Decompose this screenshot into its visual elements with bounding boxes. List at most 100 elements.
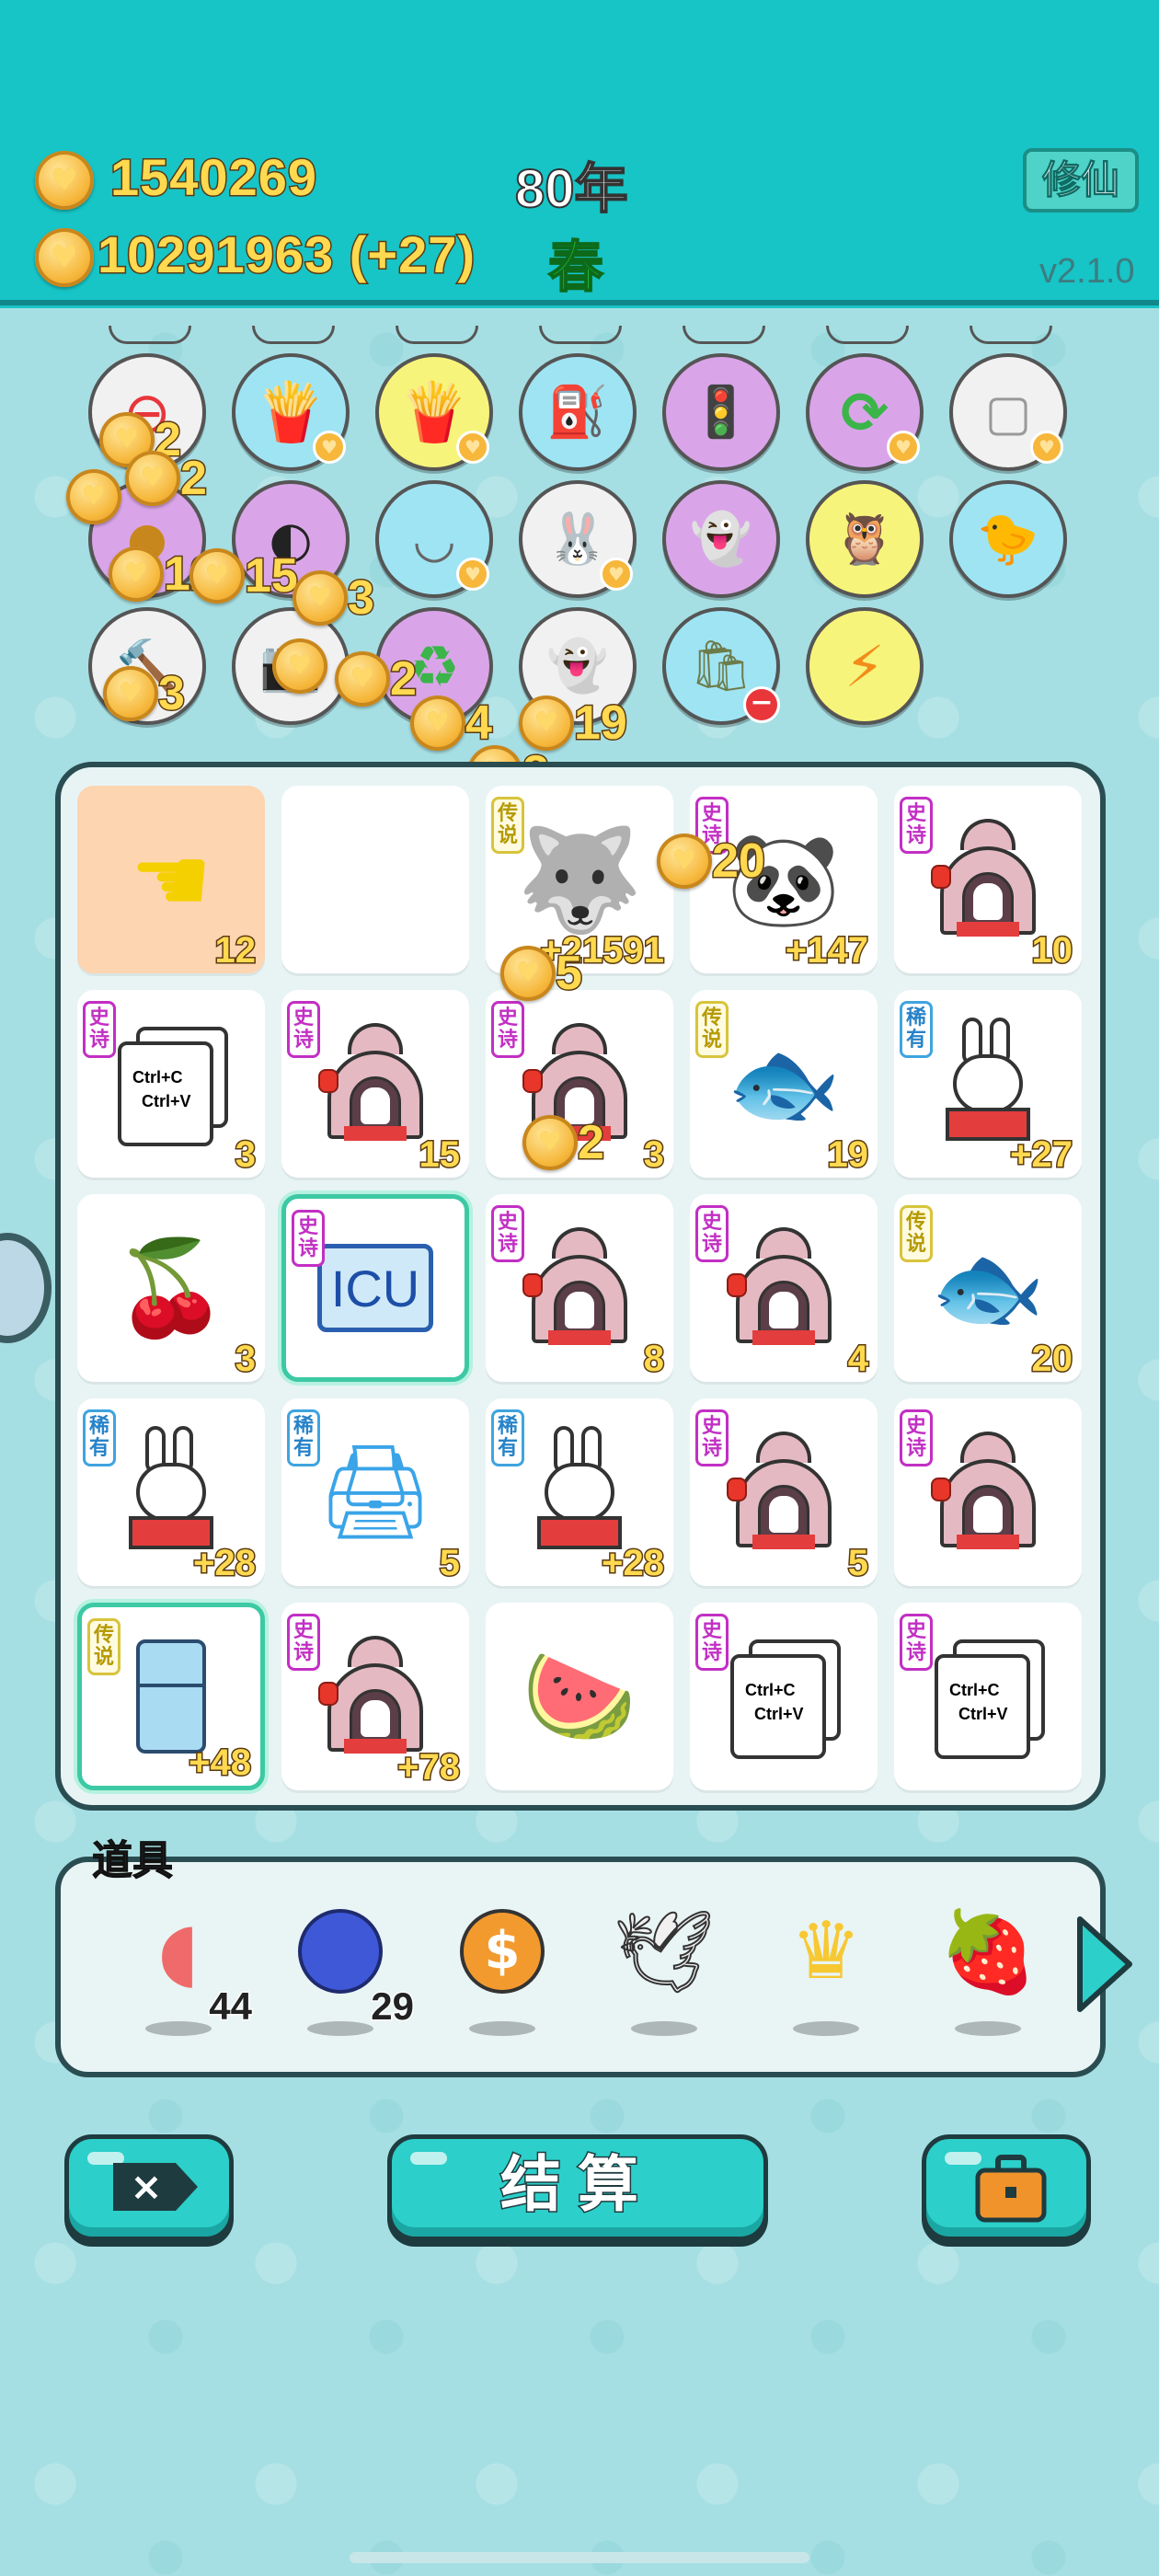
- coin-icon: [35, 151, 94, 210]
- owl-icon[interactable]: 🦉: [806, 480, 924, 598]
- board-cell[interactable]: 史诗 5: [690, 1398, 878, 1586]
- side-drawer-handle[interactable]: [0, 1233, 52, 1343]
- trash-bag-icon[interactable]: 🛍 −: [662, 607, 780, 725]
- buff-partial: [826, 326, 909, 344]
- epic-badge: 史诗: [695, 1205, 729, 1262]
- buff-partial: [252, 326, 335, 344]
- item-slot[interactable]: ◖ 44: [114, 1900, 253, 2036]
- board-cell-empty[interactable]: [281, 786, 469, 973]
- floating-coin: 3: [293, 570, 375, 627]
- floating-coin: 2: [125, 451, 208, 507]
- svg-text:×: ×: [130, 2164, 162, 2209]
- copy-paste-icon: Ctrl+C Ctrl+V: [118, 1027, 228, 1146]
- buff-partial: [683, 326, 765, 344]
- coins-primary: 1540269: [109, 147, 318, 208]
- refresh-icon[interactable]: ⟳ ♥: [806, 353, 924, 471]
- board-cell[interactable]: 史诗 8: [486, 1194, 673, 1382]
- epic-badge: 史诗: [900, 1614, 933, 1671]
- year-label: 80年: [514, 158, 629, 220]
- item-slot[interactable]: 29: [276, 1900, 415, 2036]
- close-tag-icon: ×: [113, 2163, 198, 2211]
- traffic-ghost-icon[interactable]: 🚦: [662, 353, 780, 471]
- floating-coin: 2: [522, 1115, 605, 1171]
- coin-icon: [35, 228, 94, 287]
- item-slot[interactable]: 🕊: [600, 1900, 729, 2036]
- floating-coin: [272, 638, 327, 694]
- board-cell[interactable]: 稀有 +27: [894, 990, 1082, 1178]
- season-label: 春: [547, 235, 604, 301]
- board-cell[interactable]: Ctrl+C Ctrl+V 史诗 3: [77, 990, 265, 1178]
- crown-icon: ♛: [790, 1905, 862, 1997]
- floating-coin: [66, 469, 121, 524]
- fries-icon[interactable]: 🍟 ♥: [232, 353, 350, 471]
- board-cell[interactable]: 史诗 4: [690, 1194, 878, 1382]
- xiuxian-button[interactable]: 修仙: [1023, 148, 1139, 213]
- board-cell[interactable]: 🖨 稀有 5: [281, 1398, 469, 1586]
- epic-badge: 史诗: [287, 1614, 320, 1671]
- bunny-tent-icon: [931, 1432, 1043, 1551]
- bunny-tent-icon: [727, 1227, 839, 1347]
- chick-egg-icon[interactable]: 🐤: [949, 480, 1067, 598]
- briefcase-icon: [975, 2155, 1047, 2223]
- floating-coin: 20: [657, 834, 766, 890]
- rice-bowl-icon[interactable]: ◡ ♥: [375, 480, 493, 598]
- board-cell[interactable]: 史诗: [894, 1398, 1082, 1586]
- item-slot[interactable]: $: [438, 1900, 567, 2036]
- watermelon-icon: 🍉: [522, 1642, 637, 1750]
- home-indicator: [350, 2552, 809, 2563]
- board-cell-selected[interactable]: ICU 史诗: [281, 1194, 469, 1382]
- board-cell-selected[interactable]: 传说 +48: [77, 1603, 265, 1790]
- item-slot[interactable]: 🍓: [924, 1900, 1052, 2036]
- items-title: 道具: [92, 1837, 174, 1885]
- floating-coin: 15: [189, 548, 299, 604]
- buff-partial: [539, 326, 622, 344]
- legend-badge: 传说: [695, 1001, 729, 1058]
- lightning-icon[interactable]: ⚡: [806, 607, 924, 725]
- rare-badge: 稀有: [83, 1409, 116, 1466]
- board-cell[interactable]: 史诗 10: [894, 786, 1082, 973]
- epic-badge: 史诗: [292, 1210, 325, 1267]
- epic-badge: 史诗: [287, 1001, 320, 1058]
- version-label: v2.1.0: [1039, 252, 1135, 291]
- bunny-tent-icon: [318, 1636, 430, 1755]
- coins-secondary: 10291963 (+27): [96, 224, 476, 285]
- pump-icon[interactable]: ⛽: [519, 353, 637, 471]
- legend-badge: 传说: [87, 1618, 120, 1675]
- board-cell[interactable]: ☚ 12: [77, 786, 265, 973]
- bunny-tent-icon: [727, 1432, 839, 1551]
- dice-icon[interactable]: ▢ ♥: [949, 353, 1067, 471]
- board-cell[interactable]: 稀有 +28: [486, 1398, 673, 1586]
- board-cell[interactable]: 稀有 +28: [77, 1398, 265, 1586]
- copy-paste-icon: Ctrl+C Ctrl+V: [935, 1639, 1045, 1759]
- board-cell[interactable]: 🐟 传说 19: [690, 990, 878, 1178]
- floating-coin: 12: [109, 546, 218, 603]
- epic-badge: 史诗: [900, 797, 933, 854]
- cancel-button[interactable]: ×: [64, 2134, 234, 2241]
- epic-badge: 史诗: [491, 1205, 524, 1262]
- bunny-tent-icon: [318, 1023, 430, 1143]
- floating-coin: 19: [519, 696, 628, 752]
- bunny-tent-icon: [522, 1227, 635, 1347]
- dollar-coin-icon: $: [451, 1900, 554, 2003]
- bunny-icon[interactable]: 🐰 ♥: [519, 480, 637, 598]
- strawberry-icon: 🍓: [938, 1905, 1038, 1998]
- board-cell[interactable]: 🍉: [486, 1603, 673, 1790]
- board-cell[interactable]: 🍒 3: [77, 1194, 265, 1382]
- legend-badge: 传说: [900, 1205, 933, 1262]
- bag-button[interactable]: [922, 2134, 1091, 2241]
- copy-paste-icon: Ctrl+C Ctrl+V: [730, 1639, 841, 1759]
- items-next-arrow-icon[interactable]: [1073, 1914, 1137, 2015]
- legend-badge: 传说: [491, 797, 524, 854]
- ghost-icon[interactable]: 👻: [662, 480, 780, 598]
- board-cell[interactable]: 史诗 15: [281, 990, 469, 1178]
- board-cell[interactable]: 🐟 传说 20: [894, 1194, 1082, 1382]
- board-cell[interactable]: Ctrl+C Ctrl+V 史诗: [690, 1603, 878, 1790]
- item-slot[interactable]: ♛: [762, 1900, 890, 2036]
- board-cell[interactable]: 史诗 +78: [281, 1603, 469, 1790]
- settle-button[interactable]: 结算: [387, 2134, 768, 2241]
- rare-badge: 稀有: [900, 1001, 933, 1058]
- fries-icon[interactable]: 🍟 ♥: [375, 353, 493, 471]
- rare-badge: 稀有: [287, 1409, 320, 1466]
- board-cell[interactable]: Ctrl+C Ctrl+V 史诗: [894, 1603, 1082, 1790]
- dove-icon: 🕊: [613, 1905, 715, 1999]
